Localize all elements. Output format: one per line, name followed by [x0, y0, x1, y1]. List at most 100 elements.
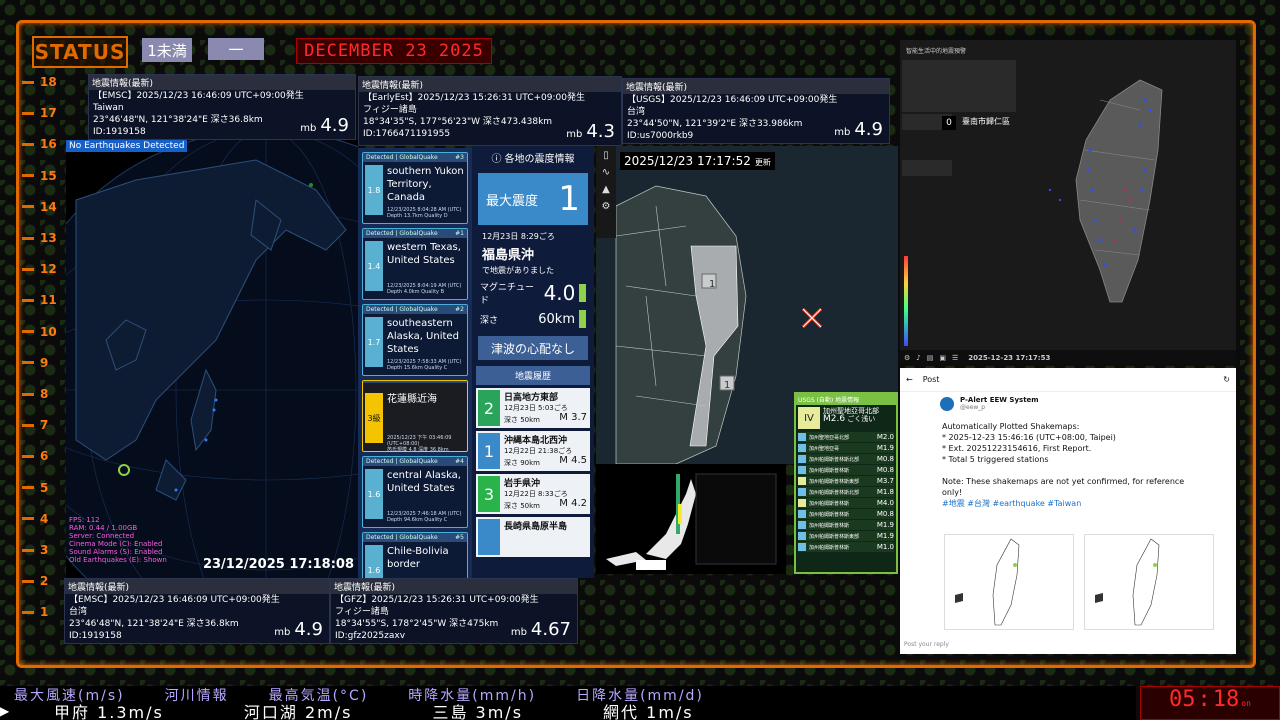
wave-icon[interactable]: ∿	[602, 167, 610, 178]
ruler-tick: 1	[22, 605, 66, 619]
usgs-row-name: 加州帕姆斯普林斯東部	[809, 478, 860, 485]
author-handle: @eew_p	[960, 404, 986, 411]
ticker-bottom-item: 網代 1m/s	[603, 703, 694, 720]
history-shindo: 3	[478, 476, 500, 512]
usgs-header: USGS (自動) 地震情報	[796, 394, 896, 405]
quake-magnitude: 1.8	[367, 185, 381, 195]
quake-magnitude-badge: 1.6	[365, 469, 383, 519]
warning-icon[interactable]: ▲	[602, 184, 610, 195]
usgs-row[interactable]: 加州帕姆斯普林斯 M0.8	[798, 465, 894, 475]
quake-list-item[interactable]: Detected | GlobalQuake #1 1.4 western Texas…	[362, 228, 468, 300]
info-header: 地震情報(最新)	[359, 77, 621, 92]
quake-list-item[interactable]: Detected | GlobalQuake #2 1.7 southeastern …	[362, 304, 468, 376]
ruler-tick: 7	[22, 418, 66, 432]
post-author: P-Alert EEW System @eew_p	[900, 392, 1236, 415]
author-name[interactable]: P-Alert EEW System	[960, 396, 1039, 404]
globe-time: 23/12/2025 17:18:08	[202, 557, 354, 572]
post-body: Automatically Plotted Shakemaps: * 2025-1…	[900, 415, 1236, 515]
usgs-row[interactable]: 加州帕姆斯普林斯 M1.0	[798, 542, 894, 552]
ruler-bar	[22, 454, 34, 458]
history-item[interactable]: 1 沖縄本島北西沖 12月22日 21:38ごろ 深さ 90km M 4.5	[476, 431, 590, 471]
mb-value: 4.3	[586, 121, 615, 142]
post-hashtags[interactable]: #地震 #台灣 #earthquake #Taiwan	[942, 498, 1194, 509]
usgs-row[interactable]: 加州帕姆斯普林斯 M1.9	[798, 520, 894, 530]
globe-stat-line: Server: Connected	[69, 532, 135, 540]
quake-detail: 12/23/2025 8:04:28 AM (UTC) Depth 13.7km…	[387, 207, 462, 219]
reply-input[interactable]: Post your reply	[904, 641, 949, 648]
globe-stat-line: Old Earthquakes (E): Shown	[69, 556, 167, 564]
avatar[interactable]	[940, 396, 954, 411]
info-region: フィジー諸島	[363, 105, 417, 115]
quake-item-header: Detected | GlobalQuake #1	[363, 229, 467, 238]
quake-magnitude: 1.4	[367, 261, 381, 271]
usgs-row-intensity	[798, 521, 806, 529]
usgs-row-mag: M0.8	[876, 455, 894, 463]
info-box-earlyest: 地震情報(最新) 【EarlyEst】2025/12/23 15:26:31 U…	[358, 76, 622, 146]
camera-icon[interactable]: ▣	[939, 354, 946, 362]
gear-icon[interactable]: ⚙	[602, 201, 611, 212]
quake-list-item[interactable]: Detected | GlobalQuake #3 1.8 southern Yuko…	[362, 152, 468, 224]
usgs-row-mag: M1.9	[876, 532, 894, 540]
quake-list-item[interactable]: 3級 花蓮縣近海 2025/12/23 下午 03:46:09 (UTC+08:00…	[362, 380, 468, 453]
ruler-number: 13	[40, 231, 57, 245]
usgs-row-intensity	[798, 543, 806, 551]
refresh-icon[interactable]: ↻	[1223, 375, 1230, 384]
quake-magnitude-badge: 1.6	[365, 545, 383, 578]
usgs-row-name: 加州帕姆斯普林斯	[809, 522, 850, 529]
usgs-row[interactable]: 加州帕姆斯普林斯 M0.8	[798, 509, 894, 519]
list-icon[interactable]: ☰	[952, 354, 958, 362]
layer-icon[interactable]: ▯	[603, 150, 609, 161]
info-box-gfz: 地震情報(最新) 【GFZ】2025/12/23 15:26:31 UTC+09…	[330, 578, 578, 644]
post-line: * Ext. 20251223154616, First Report.	[942, 444, 1092, 453]
history-shindo: 1	[478, 433, 500, 469]
quake-list[interactable]: Detected | GlobalQuake #3 1.8 southern Yuko…	[358, 148, 472, 578]
quake-list-item[interactable]: Detected | GlobalQuake #5 1.6 Chile-Bolivia…	[362, 532, 468, 578]
layers-icon[interactable]: ▤	[927, 354, 934, 362]
depth-value: 60km	[538, 311, 575, 327]
ticker-bottom-item: 甲府 1.3m/s	[54, 703, 164, 720]
post-line: Automatically Plotted Shakemaps:	[942, 422, 1080, 431]
history-item[interactable]: 長崎県島原半島	[476, 517, 590, 557]
shakemap-image-1[interactable]	[944, 534, 1074, 630]
sound-icon[interactable]: ♪	[916, 354, 920, 362]
usgs-row-name: 加州帕姆斯普林斯北部	[809, 489, 860, 496]
map-tool-sidebar: ▯ ∿ ▲ ⚙	[596, 146, 616, 238]
usgs-row-name: 加州帕姆斯普林斯	[809, 511, 850, 518]
quake-list-item[interactable]: Detected | GlobalQuake #4 1.6 central Alask…	[362, 456, 468, 528]
ruler-tick: 10	[22, 325, 66, 339]
taiwan-map-graphic	[900, 40, 1236, 350]
shindo-marker-2: 1	[724, 380, 731, 391]
quake-occurred: で地震がありました	[482, 266, 554, 275]
taiwan-toolbar: ⚙ ♪ ▤ ▣ ☰ 2025-12-23 17:17:53	[900, 350, 1236, 366]
usgs-row[interactable]: 加州聖地亞哥 M1.9	[798, 443, 894, 453]
usgs-latest: IV 加州聖地亞哥北部 M2.6 ごく浅い	[796, 405, 896, 431]
quake-region: 福島県沖	[482, 248, 535, 263]
taiwan-eew-panel[interactable]: 智能生活中的地震預警 0 臺南市歸仁區	[900, 40, 1236, 366]
settings-icon[interactable]: ⚙	[904, 354, 910, 362]
info-box-emsc-bottom: 地震情報(最新) 【EMSC】2025/12/23 16:46:09 UTC+0…	[64, 578, 330, 644]
back-arrow-icon[interactable]: ←	[906, 375, 913, 384]
mb-unit: mb	[566, 129, 583, 140]
ruler-bar	[22, 80, 34, 84]
shakemap-image-2[interactable]	[1084, 534, 1214, 630]
usgs-row-mag: M1.9	[876, 521, 894, 529]
globe-stat-line: RAM: 0.44 / 1.00GB	[69, 524, 138, 532]
usgs-list: 加州聖地亞哥北部 M2.0 加州聖地亞哥 M1.9 加州帕姆斯普林斯北部 M0.8 加州帕姆…	[796, 432, 896, 552]
usgs-row[interactable]: 加州聖地亞哥北部 M2.0	[798, 432, 894, 442]
usgs-row-mag: M1.9	[876, 444, 894, 452]
clock-minutes: 18	[1212, 687, 1240, 712]
usgs-row[interactable]: 加州帕姆斯普林斯東部 M3.7	[798, 476, 894, 486]
history-item[interactable]: 3 岩手県沖 12月22日 8:33ごろ 深さ 50km M 4.2	[476, 474, 590, 514]
ruler-bar	[22, 548, 34, 552]
usgs-row[interactable]: 加州帕姆斯普林斯東部 M1.9	[798, 531, 894, 541]
post-line: * Total 5 triggered stations	[942, 455, 1049, 464]
usgs-row[interactable]: 加州帕姆斯普林斯北部 M1.8	[798, 487, 894, 497]
usgs-row[interactable]: 加州帕姆斯普林斯 M4.0	[798, 498, 894, 508]
ruler-tick: 13	[22, 231, 66, 245]
globe-view[interactable]: No Earthquakes Detected FPS: 112 RAM: 0.4…	[66, 140, 358, 578]
usgs-row[interactable]: 加州帕姆斯普林斯北部 M0.8	[798, 454, 894, 464]
weather-ticker-bottom: 甲府 1.3m/s 河口湖 2m/s 三島 3m/s 網代 1m/s	[0, 702, 1136, 720]
usgs-row-name: 加州聖地亞哥	[809, 445, 840, 452]
history-item[interactable]: 2 日高地方東部 12月23日 5:03ごろ 深さ 50km M 3.7	[476, 388, 590, 428]
quake-magnitude-badge: 1.8	[365, 165, 383, 215]
